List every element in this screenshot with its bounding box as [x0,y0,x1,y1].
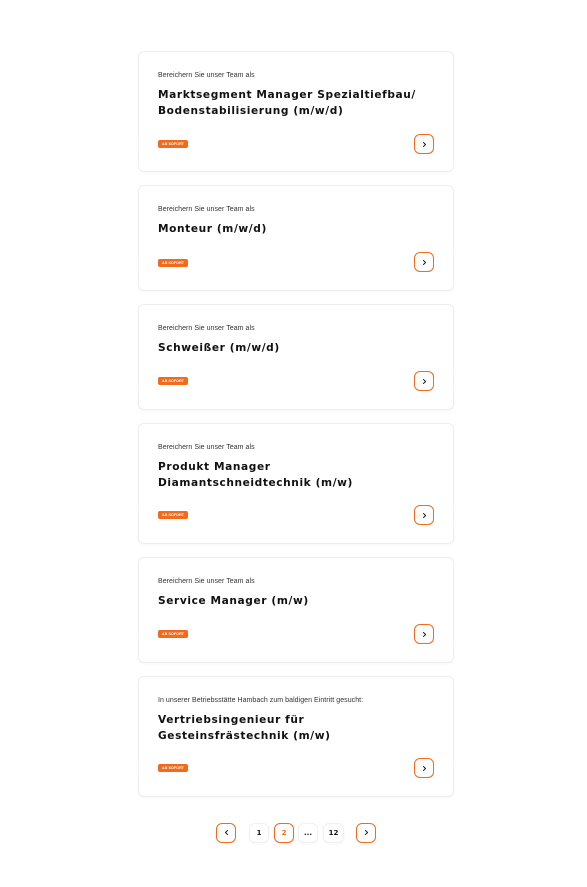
chevron-right-icon [421,135,428,153]
job-open-button[interactable] [414,758,434,778]
job-intro: In unserer Betriebsstätte Hambach zum ba… [158,697,364,704]
start-badge: AB SOFORT [158,764,189,772]
start-badge: AB SOFORT [158,259,189,267]
job-title[interactable]: Schweißer (m/w/d) [158,341,428,357]
page-ellipsis: ... [298,823,318,843]
job-title[interactable]: Vertriebsingenieur für Gesteinsfrästechn… [158,713,428,744]
start-badge: AB SOFORT [158,630,189,638]
job-listing-page: Bereichern Sie unser Team als Marktsegme… [0,0,587,887]
job-intro: Bereichern Sie unser Team als [158,444,255,451]
start-badge: AB SOFORT [158,140,189,148]
job-open-button[interactable] [414,134,434,154]
chevron-right-icon [421,506,428,524]
job-open-button[interactable] [414,505,434,525]
job-intro: Bereichern Sie unser Team als [158,325,255,332]
job-card[interactable]: Bereichern Sie unser Team als Schweißer … [138,304,454,410]
job-open-button[interactable] [414,371,434,391]
job-card[interactable]: Bereichern Sie unser Team als Service Ma… [138,557,454,663]
job-card[interactable]: In unserer Betriebsstätte Hambach zum ba… [138,676,454,797]
job-card[interactable]: Bereichern Sie unser Team als Marktsegme… [138,51,454,172]
start-badge: AB SOFORT [158,511,189,519]
page-button-2-current[interactable]: 2 [274,823,294,843]
job-title[interactable]: Monteur (m/w/d) [158,222,428,238]
job-title[interactable]: Service Manager (m/w) [158,594,428,610]
chevron-right-icon [363,829,370,838]
chevron-left-icon [223,829,230,838]
job-open-button[interactable] [414,252,434,272]
chevron-right-icon [421,759,428,777]
page-button-12[interactable]: 12 [323,823,344,843]
next-page-button[interactable] [356,823,376,843]
job-intro: Bereichern Sie unser Team als [158,72,255,79]
chevron-right-icon [421,372,428,390]
job-intro: Bereichern Sie unser Team als [158,206,255,213]
pagination: 1 2 ... 12 [0,823,587,843]
job-title[interactable]: Produkt Manager Diamantschneidtechnik (m… [158,460,428,491]
job-title[interactable]: Marktsegment Manager Spezialtiefbau/ Bod… [158,88,428,119]
job-card[interactable]: Bereichern Sie unser Team als Monteur (m… [138,185,454,291]
start-badge: AB SOFORT [158,377,189,385]
page-button-1[interactable]: 1 [249,823,269,843]
chevron-right-icon [421,625,428,643]
job-open-button[interactable] [414,624,434,644]
job-card[interactable]: Bereichern Sie unser Team als Produkt Ma… [138,423,454,544]
chevron-right-icon [421,253,428,271]
previous-page-button[interactable] [216,823,236,843]
job-intro: Bereichern Sie unser Team als [158,578,255,585]
